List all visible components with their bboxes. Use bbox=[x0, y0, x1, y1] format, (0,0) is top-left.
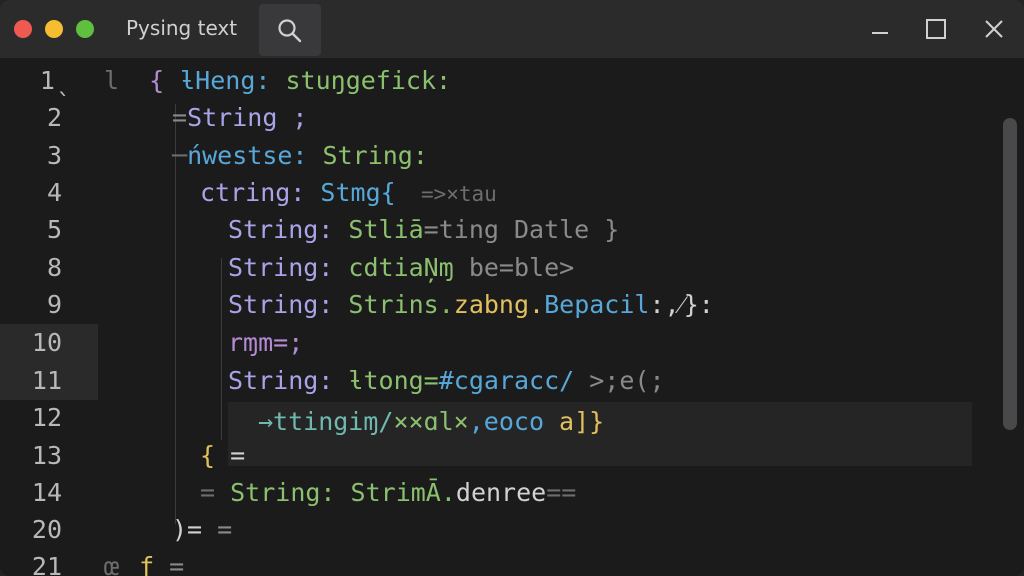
minimize-icon[interactable] bbox=[866, 15, 894, 43]
token: be=ble> bbox=[453, 253, 575, 282]
close-icon[interactable] bbox=[980, 15, 1008, 43]
token: ,eoco bbox=[468, 407, 544, 436]
token: a]} bbox=[544, 407, 605, 436]
token: œ bbox=[104, 552, 120, 576]
vertical-scrollbar[interactable] bbox=[1003, 118, 1017, 430]
token: = bbox=[172, 103, 188, 132]
line-number: 3 bbox=[46, 141, 62, 170]
code-line-12: = String: StrimĀ.denree== bbox=[200, 478, 576, 508]
token: cdtiaŅɱ bbox=[333, 253, 454, 282]
token: Stmg{ bbox=[305, 178, 396, 207]
line-number: 10 bbox=[31, 328, 62, 357]
code-line-5: String: Stliā=ting Datle } bbox=[228, 215, 619, 245]
token: { bbox=[200, 441, 216, 470]
token: String: bbox=[228, 366, 334, 395]
token: =ting Datle } bbox=[423, 215, 620, 244]
token: #cgaracc/ bbox=[438, 366, 575, 395]
token: ƚHeng: bbox=[180, 66, 271, 95]
token: zabng. bbox=[453, 290, 545, 319]
token: StrimĀ. bbox=[335, 478, 456, 507]
token: Stliā bbox=[333, 215, 424, 244]
token: ─ bbox=[172, 141, 188, 170]
line-number: 21 bbox=[31, 552, 62, 576]
token: ƚtong= bbox=[333, 366, 439, 395]
code-line-9: String: ƚtong=#cgaracc/ >;e(; bbox=[228, 366, 665, 396]
code-line-6: String: cdtiaŅɱ be=ble> bbox=[228, 253, 574, 283]
line-number: 12 bbox=[31, 403, 62, 432]
close-window-dot[interactable] bbox=[14, 20, 32, 38]
token: == bbox=[546, 478, 577, 507]
code-line-8: rɱm=; bbox=[228, 328, 303, 358]
editor-window: Pysing text 1ˎ 2 3 4 5 8 9 10 11 12 13 1… bbox=[0, 0, 1024, 576]
minimize-window-dot[interactable] bbox=[45, 20, 63, 38]
token: = bbox=[200, 478, 216, 507]
search-button[interactable] bbox=[259, 4, 321, 56]
line-number: 1ˎ bbox=[39, 66, 70, 95]
line-number: 11 bbox=[31, 366, 62, 395]
line-number: 5 bbox=[46, 215, 62, 244]
code-line-13: )= = bbox=[172, 515, 232, 545]
token: = bbox=[215, 441, 246, 470]
token: ńwestse: bbox=[187, 141, 308, 170]
token: l bbox=[104, 66, 120, 95]
token: String: bbox=[228, 215, 334, 244]
window-title: Pysing text bbox=[126, 16, 238, 40]
code-line-10: →ttingiɱ/××ɑl×,eoco a]} bbox=[258, 407, 604, 437]
code-line-4: ctring: Stmg{ =>×tau bbox=[200, 178, 497, 209]
token: stuŋgefick: bbox=[270, 66, 452, 95]
token: ctring: bbox=[200, 178, 306, 207]
code-line-11: { = bbox=[200, 441, 245, 471]
token: { bbox=[149, 66, 165, 95]
token: String: bbox=[307, 141, 428, 170]
indent-guide bbox=[221, 258, 222, 440]
code-line-7: String: Strins.zabng.Bepacil:,⁄}: bbox=[228, 290, 714, 320]
line-number: 4 bbox=[46, 178, 62, 207]
code-editor[interactable]: 1ˎ 2 3 4 5 8 9 10 11 12 13 14 20 21 l { ƚH… bbox=[0, 58, 1024, 576]
code-line-3: ─ńwestse: String: bbox=[172, 141, 428, 171]
token: Bepacil bbox=[544, 290, 650, 319]
token: String: bbox=[215, 478, 336, 507]
title-bar: Pysing text bbox=[0, 0, 1024, 58]
token: →ttingiɱ/ bbox=[258, 407, 394, 436]
token: =>×tau bbox=[395, 182, 497, 206]
line-number: 2 bbox=[46, 103, 62, 132]
code-line-2: =String ; bbox=[172, 103, 307, 133]
token: String: bbox=[228, 290, 334, 319]
token: = bbox=[202, 515, 233, 544]
token: Strins. bbox=[333, 290, 454, 319]
token: ƒ bbox=[139, 552, 155, 576]
maximize-icon[interactable] bbox=[922, 15, 950, 43]
token: String: bbox=[228, 253, 334, 282]
token: String ; bbox=[187, 103, 308, 132]
token: :,⁄}: bbox=[649, 290, 714, 319]
token: ××ɑl× bbox=[393, 407, 469, 436]
line-number: 20 bbox=[31, 515, 62, 544]
token: )= bbox=[172, 515, 203, 544]
token: rɱm=; bbox=[228, 328, 304, 357]
code-line-14: œƒ = bbox=[104, 552, 184, 576]
token: >;e(; bbox=[574, 366, 665, 395]
search-icon bbox=[278, 19, 302, 43]
token: denree bbox=[455, 478, 547, 507]
line-number: 13 bbox=[31, 441, 62, 470]
maximize-window-dot[interactable] bbox=[76, 20, 94, 38]
line-number: 14 bbox=[31, 478, 62, 507]
code-line-1: l { ƚHeng: stuŋgefick: bbox=[104, 66, 451, 96]
line-number: 9 bbox=[46, 290, 62, 319]
line-number: 8 bbox=[46, 253, 62, 282]
token: = bbox=[154, 552, 185, 576]
